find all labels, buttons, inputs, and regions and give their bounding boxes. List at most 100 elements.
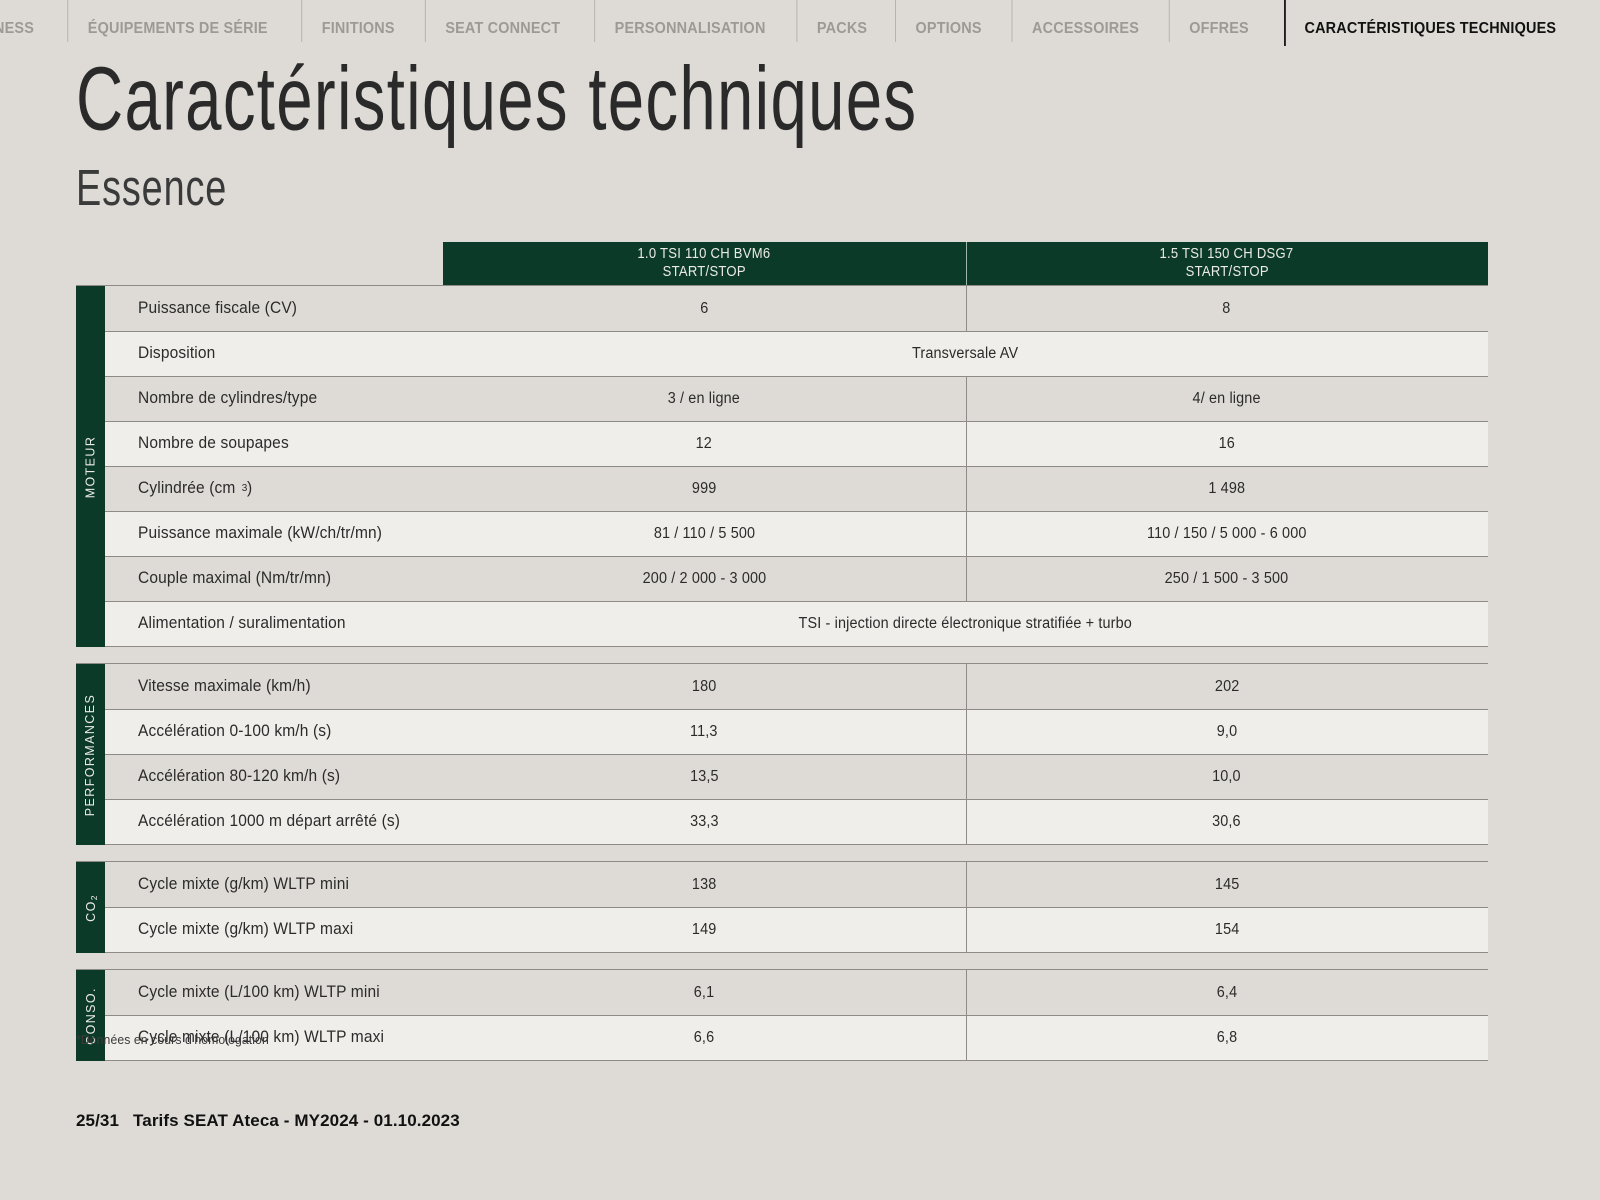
table-row: Cylindrée (cm 3) 999 1 498 [105, 466, 1488, 511]
row-value-text: 999 [692, 479, 717, 497]
row-value: 202 [965, 664, 1489, 709]
row-label: Couple maximal (Nm/tr/mn) [105, 556, 443, 601]
nav-item-business[interactable]: BUSINESS [0, 0, 55, 57]
row-value: 138 [443, 862, 966, 907]
spec-group-moteur: MOTEUR Puissance fiscale (CV) 6 8 Dispositio… [76, 285, 1488, 647]
row-value-text: Transversale AV [912, 344, 1019, 362]
table-row: Accélération 1000 m départ arrêté (s) 33,… [105, 799, 1488, 844]
row-label-text: Puissance maximale (kW/ch/tr/mn) [138, 524, 383, 542]
row-value-text: 6,8 [1216, 1028, 1237, 1046]
row-value: 30,6 [965, 799, 1489, 844]
row-value: 13,5 [443, 754, 966, 799]
nav-item-offres[interactable]: OFFRES [1169, 0, 1270, 57]
nav-item-caract-ristiques-techniques[interactable]: CARACTÉRISTIQUES TECHNIQUES [1284, 0, 1577, 57]
row-label: Accélération 1000 m départ arrêté (s) [105, 799, 443, 844]
group-rows: Vitesse maximale (km/h) 180 202 Accélératio… [105, 664, 1488, 845]
row-value-text: 8 [1222, 299, 1231, 317]
row-label-text: Accélération 80-120 km/h (s) [138, 767, 341, 785]
group-label-tab: PERFORMANCES [76, 664, 105, 845]
row-value: Transversale AV [443, 331, 1488, 376]
group-label: MOTEUR [84, 435, 98, 498]
table-row: Accélération 80-120 km/h (s) 13,5 10,0 [105, 754, 1488, 799]
group-rows: Cycle mixte (g/km) WLTP mini 138 145 Cycle … [105, 862, 1488, 953]
row-label-text: Couple maximal (Nm/tr/mn) [138, 569, 332, 587]
table-row: Cycle mixte (L/100 km) WLTP maxi 6,6 6,8 [105, 1015, 1488, 1060]
group-label-subscript: 2 [88, 893, 99, 900]
table-row: Alimentation / suralimentation TSI - inje… [105, 601, 1488, 646]
row-label-text: Puissance fiscale (CV) [138, 299, 298, 317]
table-row: Vitesse maximale (km/h) 180 202 [105, 664, 1488, 709]
row-value-text: 11,3 [690, 722, 719, 740]
spec-group-co: CO2 Cycle mixte (g/km) WLTP mini 138 145 Cyc… [76, 861, 1488, 953]
group-rows: Puissance fiscale (CV) 6 8 Disposition Trans… [105, 286, 1488, 647]
row-value-text: 30,6 [1212, 812, 1242, 830]
table-row: Disposition Transversale AV [105, 331, 1488, 376]
row-value: 81 / 110 / 5 500 [443, 511, 966, 556]
page-subtitle: Essence [76, 160, 228, 217]
group-label-tab: CO2 [76, 862, 105, 953]
row-label-tail: ) [247, 479, 253, 497]
row-value: 6,1 [443, 970, 966, 1015]
row-value: 12 [443, 421, 966, 466]
table-row: Puissance fiscale (CV) 6 8 [105, 286, 1488, 331]
table-header-row: 1.0 TSI 110 CH BVM6 START/STOP 1.5 TSI 150… [76, 242, 1488, 286]
row-value-text: 6 [700, 299, 709, 317]
table-row: Accélération 0-100 km/h (s) 11,3 9,0 [105, 709, 1488, 754]
row-value-text: 1 498 [1208, 479, 1246, 497]
nav-item-accessoires[interactable]: ACCESSOIRES [1011, 0, 1160, 57]
row-value: 110 / 150 / 5 000 - 6 000 [965, 511, 1489, 556]
row-label: Nombre de soupapes [105, 421, 443, 466]
group-label-text: PERFORMANCES [83, 693, 98, 816]
row-label: Cycle mixte (g/km) WLTP mini [105, 862, 443, 907]
row-value-text: 250 / 1 500 - 3 500 [1164, 569, 1289, 587]
row-value-text: 149 [692, 920, 717, 938]
row-value: 8 [965, 286, 1489, 331]
row-value-text: 138 [692, 875, 717, 893]
column-header-2: 1.5 TSI 150 CH DSG7 START/STOP [965, 242, 1488, 286]
group-rows: Cycle mixte (L/100 km) WLTP mini 6,1 6,4 Cy… [105, 970, 1488, 1061]
row-label: Cycle mixte (g/km) WLTP maxi [105, 907, 443, 952]
row-label: Puissance fiscale (CV) [105, 286, 443, 331]
row-value-text: 81 / 110 / 5 500 [653, 524, 755, 542]
row-value-text: 6,4 [1216, 983, 1237, 1001]
row-label-text: Disposition [138, 344, 216, 362]
column-header-engine: 1.5 TSI 150 CH DSG7 [1159, 246, 1294, 263]
spec-group-conso: CONSO. Cycle mixte (L/100 km) WLTP mini 6,… [76, 969, 1488, 1061]
header-spacer [76, 242, 443, 286]
row-value: 11,3 [443, 709, 966, 754]
group-label-tab: MOTEUR [76, 286, 105, 647]
row-value: 16 [965, 421, 1489, 466]
row-label-text: Cycle mixte (g/km) WLTP maxi [138, 920, 354, 938]
row-label-text: Accélération 0-100 km/h (s) [138, 722, 332, 740]
row-label-text: Cylindrée (cm [138, 479, 236, 497]
row-value-text: 200 / 2 000 - 3 000 [642, 569, 767, 587]
page-footer: 25/31 Tarifs SEAT Ateca - MY2024 - 01.10.… [76, 1111, 460, 1131]
row-value-text: 10,0 [1212, 767, 1242, 785]
row-value: 180 [443, 664, 966, 709]
row-value: 6,8 [965, 1015, 1489, 1060]
column-header-startstop: START/STOP [1185, 264, 1269, 280]
row-label-text: Vitesse maximale (km/h) [138, 677, 311, 695]
spec-table: 1.0 TSI 110 CH BVM6 START/STOP 1.5 TSI 150… [76, 242, 1488, 1061]
row-label: Accélération 0-100 km/h (s) [105, 709, 443, 754]
row-label-text: Cycle mixte (L/100 km) WLTP mini [138, 983, 380, 1001]
row-value-text: TSI - injection directe électronique str… [798, 614, 1133, 632]
column-header-engine: 1.0 TSI 110 CH BVM6 [637, 246, 771, 263]
row-label: Cylindrée (cm 3) [105, 466, 443, 511]
row-value: TSI - injection directe électronique str… [443, 601, 1488, 646]
row-value-text: 4/ en ligne [1192, 389, 1261, 407]
row-label: Nombre de cylindres/type [105, 376, 443, 421]
row-value-text: 9,0 [1216, 722, 1237, 740]
row-value-text: 3 / en ligne [668, 389, 741, 407]
homologation-note: *Données en cours d'homologation [76, 1032, 269, 1047]
row-label: Accélération 80-120 km/h (s) [105, 754, 443, 799]
table-row: Puissance maximale (kW/ch/tr/mn) 81 / 110… [105, 511, 1488, 556]
table-row: Cycle mixte (L/100 km) WLTP mini 6,1 6,4 [105, 970, 1488, 1015]
row-label: Alimentation / suralimentation [105, 601, 443, 646]
row-value-text: 202 [1214, 677, 1239, 695]
group-label-tab: CONSO. [76, 970, 105, 1061]
row-value: 10,0 [965, 754, 1489, 799]
row-value-text: 110 / 150 / 5 000 - 6 000 [1146, 524, 1307, 542]
table-row: Cycle mixte (g/km) WLTP mini 138 145 [105, 862, 1488, 907]
row-label-text: Nombre de soupapes [138, 434, 289, 452]
